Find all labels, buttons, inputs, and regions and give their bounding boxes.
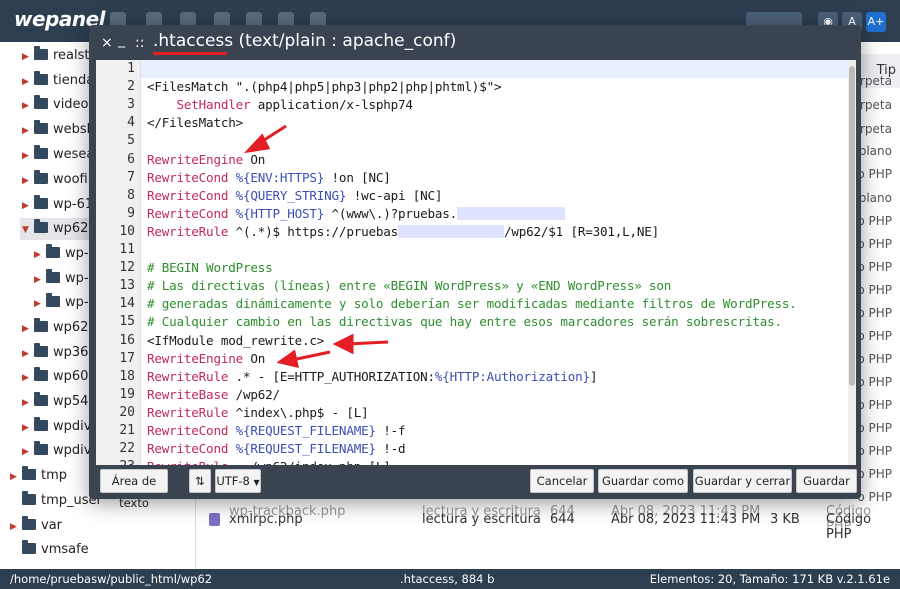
arrow-icon [243, 124, 389, 369]
annotation-arrows [243, 124, 389, 369]
